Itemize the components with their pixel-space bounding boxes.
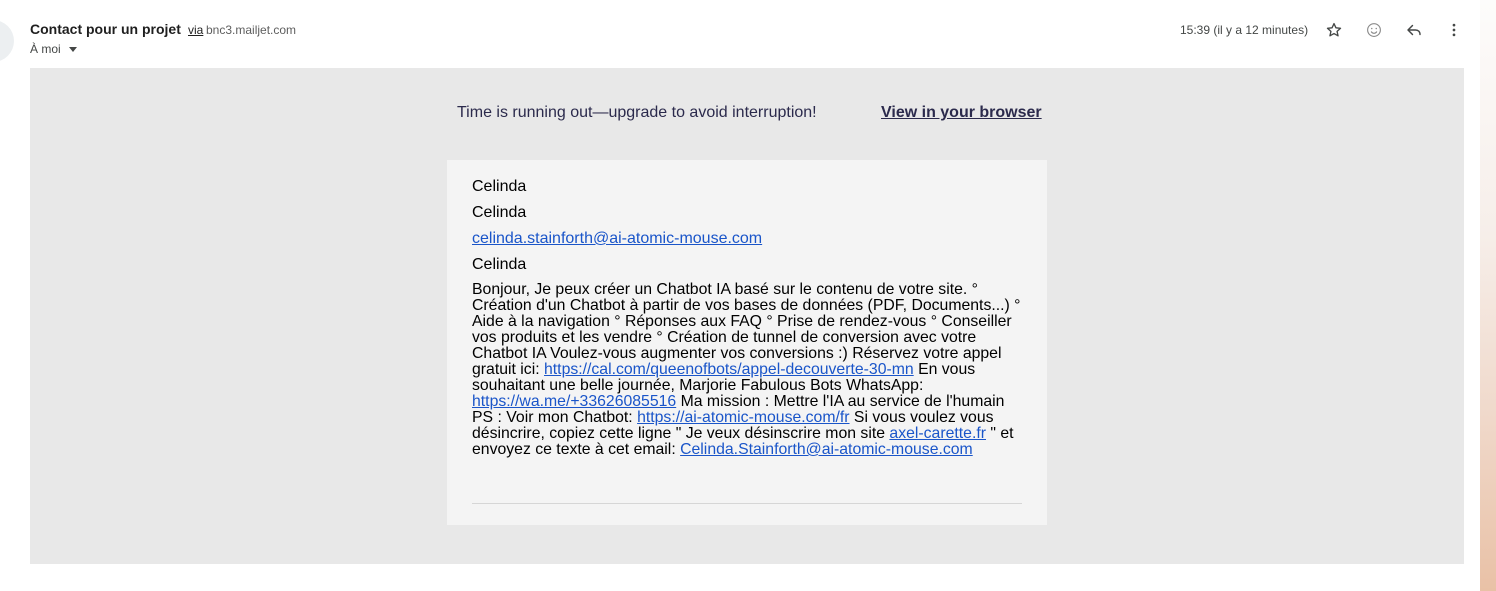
via-link[interactable]: via [188, 23, 203, 37]
recipient-toggle[interactable]: À moi [30, 42, 77, 56]
reply-icon [1407, 24, 1421, 36]
email-view: Contact pour un projet via bnc3.mailjet.… [0, 0, 1496, 591]
field-email: celinda.stainforth@ai-atomic-mouse.com [472, 230, 1024, 256]
timestamp: 15:39 (il y a 12 minutes) [1180, 23, 1309, 37]
message-text: Bonjour, Je peux créer un Chatbot IA bas… [472, 282, 1024, 458]
reply-button[interactable] [1400, 20, 1428, 40]
promo-banner-text: Time is running out—upgrade to avoid int… [457, 104, 817, 121]
star-icon [1326, 22, 1342, 37]
more-options-button[interactable] [1440, 20, 1468, 40]
whatsapp-link[interactable]: https://wa.me/+33626085516 [472, 393, 676, 410]
email-header: Contact pour un projet via bnc3.mailjet.… [30, 20, 1464, 64]
field-company: Celinda [472, 256, 527, 273]
caret-down-icon [68, 46, 77, 52]
email-address-link[interactable]: celinda.stainforth@ai-atomic-mouse.com [472, 230, 762, 247]
calendar-booking-link[interactable]: https://cal.com/queenofbots/appel-decouv… [544, 361, 914, 378]
more-vert-icon [1452, 23, 1456, 37]
email-body: Time is running out—upgrade to avoid int… [30, 68, 1464, 564]
message-card: Celinda Celinda celinda.stainforth@ai-at… [447, 160, 1047, 525]
recipient-label: À moi [30, 42, 61, 56]
unsubscribe-email-link[interactable]: Celinda.Stainforth@ai-atomic-mouse.com [680, 441, 973, 458]
message-content: Celinda Celinda celinda.stainforth@ai-at… [472, 178, 1024, 458]
field-first-name: Celinda [472, 178, 527, 195]
star-button[interactable] [1320, 20, 1348, 40]
view-in-browser-link[interactable]: View in your browser [881, 104, 1042, 122]
chatbot-demo-link[interactable]: https://ai-atomic-mouse.com/fr [637, 409, 849, 426]
emoji-icon [1367, 23, 1381, 37]
sender-name[interactable]: Contact pour un projet [30, 21, 181, 37]
site-link[interactable]: axel-carette.fr [889, 425, 986, 442]
field-last-name: Celinda [472, 204, 527, 221]
card-divider [472, 503, 1022, 504]
emoji-reaction-button[interactable] [1360, 20, 1388, 40]
sender-domain: bnc3.mailjet.com [206, 23, 297, 37]
background-strip [1480, 0, 1496, 591]
sender-avatar[interactable] [0, 20, 14, 62]
